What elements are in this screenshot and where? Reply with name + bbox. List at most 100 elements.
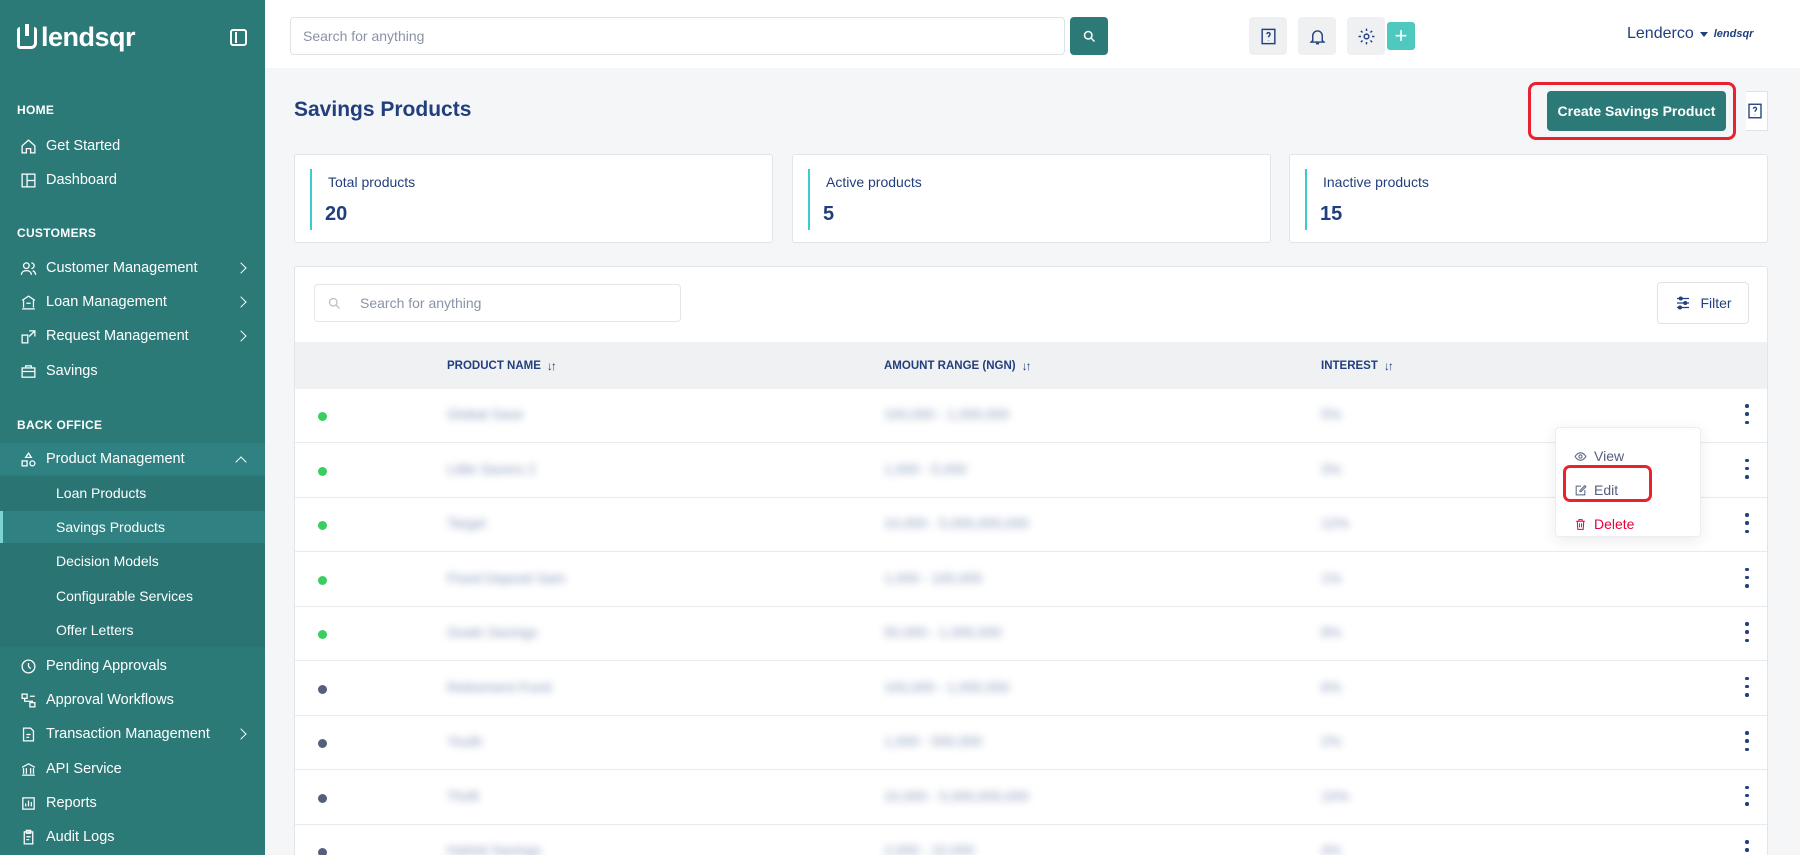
cell-interest: 6% (1321, 678, 1342, 695)
more-vertical-icon[interactable] (1744, 567, 1750, 588)
table-row[interactable]: Fixed Deposit Sam 1,000 - 100,000 1% (295, 553, 1767, 607)
menu-item-delete[interactable]: Delete (1574, 516, 1634, 532)
cell-interest: 10% (1321, 787, 1350, 804)
chevron-right-icon (235, 296, 247, 308)
brand-logo[interactable]: lendsqr (17, 22, 136, 53)
kebab-dot (1745, 567, 1749, 571)
filter-button[interactable]: Filter (1657, 282, 1749, 324)
stat-card-inactive: Inactive products 15 (1289, 154, 1768, 243)
stat-accent-bar (808, 169, 810, 230)
sidebar-item-audit-logs[interactable]: Audit Logs (0, 821, 265, 853)
help-button[interactable] (1249, 17, 1287, 55)
stat-label: Inactive products (1323, 174, 1429, 190)
table-search-input[interactable]: Search for anything (314, 284, 681, 322)
sidebar-item-request-management[interactable]: Request Management (0, 320, 265, 352)
kebab-dot (1745, 793, 1749, 798)
section-customers: CUSTOMERS (17, 226, 97, 240)
sidebar: lendsqr HOME Get Started Dashboard CUSTO… (0, 0, 265, 855)
chevron-up-icon (235, 456, 247, 468)
sidebar-subitem-savings-products[interactable]: Savings Products (0, 511, 265, 543)
sidebar-subitem-decision-models[interactable]: Decision Models (0, 545, 265, 577)
sidebar-subitem-configurable-services[interactable]: Configurable Services (0, 580, 265, 612)
section-back-office: BACK OFFICE (17, 418, 103, 432)
table-row[interactable]: Goals Savings 50,000 - 1,000,000 8% (295, 607, 1767, 661)
products-table-card: Search for anything Filter PRODUCT NAME ↓… (294, 266, 1768, 855)
org-brand-logo: lendsqr (1713, 28, 1754, 40)
global-search-button[interactable] (1070, 17, 1108, 55)
column-header-label: AMOUNT RANGE (NGN) (884, 360, 1016, 372)
home-icon (19, 137, 37, 155)
kebab-dot (1745, 412, 1749, 416)
more-vertical-icon[interactable] (1744, 458, 1750, 479)
sidebar-item-api-service[interactable]: API Service (0, 753, 265, 785)
sidebar-item-get-started[interactable]: Get Started (0, 130, 265, 162)
plus-icon: + (1394, 23, 1408, 48)
cell-amount-range: 10,000 - 5,000,000,000 (884, 515, 1029, 531)
more-vertical-icon[interactable] (1744, 513, 1750, 533)
notifications-button[interactable] (1298, 17, 1336, 55)
sidebar-collapse-icon[interactable] (230, 29, 247, 46)
more-vertical-icon[interactable] (1744, 785, 1750, 806)
cell-amount-range: 1,000 - 5,000 (884, 460, 967, 477)
table-row[interactable]: Hybrid Savings 2,000 - 10,000 4% (295, 825, 1767, 855)
sidebar-item-customer-management[interactable]: Customer Management (0, 252, 265, 284)
sidebar-item-pending-approvals[interactable]: Pending Approvals (0, 650, 265, 682)
stat-card-active: Active products 5 (792, 154, 1271, 243)
global-search-input[interactable]: Search for anything (290, 17, 1065, 55)
sidebar-item-transaction-management[interactable]: Transaction Management (0, 718, 265, 750)
help-icon (1260, 28, 1276, 44)
sidebar-item-approval-workflows[interactable]: Approval Workflows (0, 684, 265, 716)
more-vertical-icon[interactable] (1744, 731, 1750, 751)
shapes-icon (19, 450, 37, 468)
cell-product-name: Thrift (447, 787, 479, 804)
page-help-button[interactable] (1746, 91, 1768, 131)
more-vertical-icon[interactable] (1744, 840, 1750, 855)
menu-item-view[interactable]: View (1574, 448, 1624, 464)
trash-icon (1576, 518, 1585, 530)
menu-item-label: View (1594, 448, 1625, 464)
quick-add-button[interactable]: + (1387, 22, 1415, 50)
briefcase-icon (19, 362, 37, 380)
kebab-dot (1745, 785, 1749, 789)
sidebar-subitem-offer-letters[interactable]: Offer Letters (0, 614, 265, 646)
section-home: HOME (17, 103, 55, 117)
table-row[interactable]: Thrift 10,000 - 5,000,000,000 10% (295, 771, 1767, 825)
cell-product-name: Global Save (447, 406, 524, 422)
sidebar-item-product-management[interactable]: Product Management (0, 443, 265, 475)
sidebar-item-savings[interactable]: Savings (0, 355, 265, 387)
cell-product-name: Hybrid Savings (447, 842, 542, 855)
column-header-amount-range[interactable]: AMOUNT RANGE (NGN) ↓↑ (884, 359, 1032, 373)
kebab-dot (1745, 638, 1749, 642)
sidebar-subitem-loan-products[interactable]: Loan Products (0, 477, 265, 509)
more-vertical-icon[interactable] (1744, 622, 1750, 642)
kebab-dot (1745, 731, 1749, 735)
table-row[interactable]: Youth 1,000 - 500,000 2% (295, 716, 1767, 770)
table-row[interactable]: Global Save 100,000 - 1,000,000 5% (295, 389, 1767, 443)
sidebar-item-label: API Service (46, 761, 122, 777)
clock-icon (19, 657, 37, 675)
kebab-dot (1745, 584, 1749, 588)
sidebar-item-loan-management[interactable]: Loan Management (0, 286, 265, 318)
sidebar-item-reports[interactable]: Reports (0, 787, 265, 819)
sidebar-item-dashboard[interactable]: Dashboard (0, 164, 265, 196)
highlight-box (1528, 82, 1736, 140)
more-vertical-icon[interactable] (1744, 676, 1750, 697)
kebab-dot (1745, 404, 1749, 408)
column-header-product-name[interactable]: PRODUCT NAME ↓↑ (447, 359, 557, 373)
sort-icon: ↓↑ (1383, 359, 1394, 373)
kebab-dot (1745, 575, 1749, 580)
status-dot (318, 848, 327, 855)
settings-button[interactable] (1347, 17, 1385, 55)
table-row[interactable]: Little Savers 2 1,000 - 5,000 3% (295, 444, 1767, 498)
more-vertical-icon[interactable] (1744, 404, 1750, 424)
table-row[interactable]: Retirement Fund 100,000 - 1,000,000 6% (295, 662, 1767, 716)
product-management-submenu: Loan Products Savings Products Decision … (0, 477, 265, 647)
status-dot (318, 466, 327, 476)
sidebar-item-label: Approval Workflows (46, 692, 174, 708)
column-header-interest[interactable]: INTEREST ↓↑ (1321, 359, 1394, 373)
org-switcher[interactable]: Lenderco lendsqr (1627, 25, 1753, 43)
table-row[interactable]: Target 10,000 - 5,000,000,000 12% (295, 498, 1767, 552)
search-icon (1083, 30, 1095, 42)
stat-card-total: Total products 20 (294, 154, 773, 243)
sidebar-item-label: Transaction Management (46, 726, 210, 742)
